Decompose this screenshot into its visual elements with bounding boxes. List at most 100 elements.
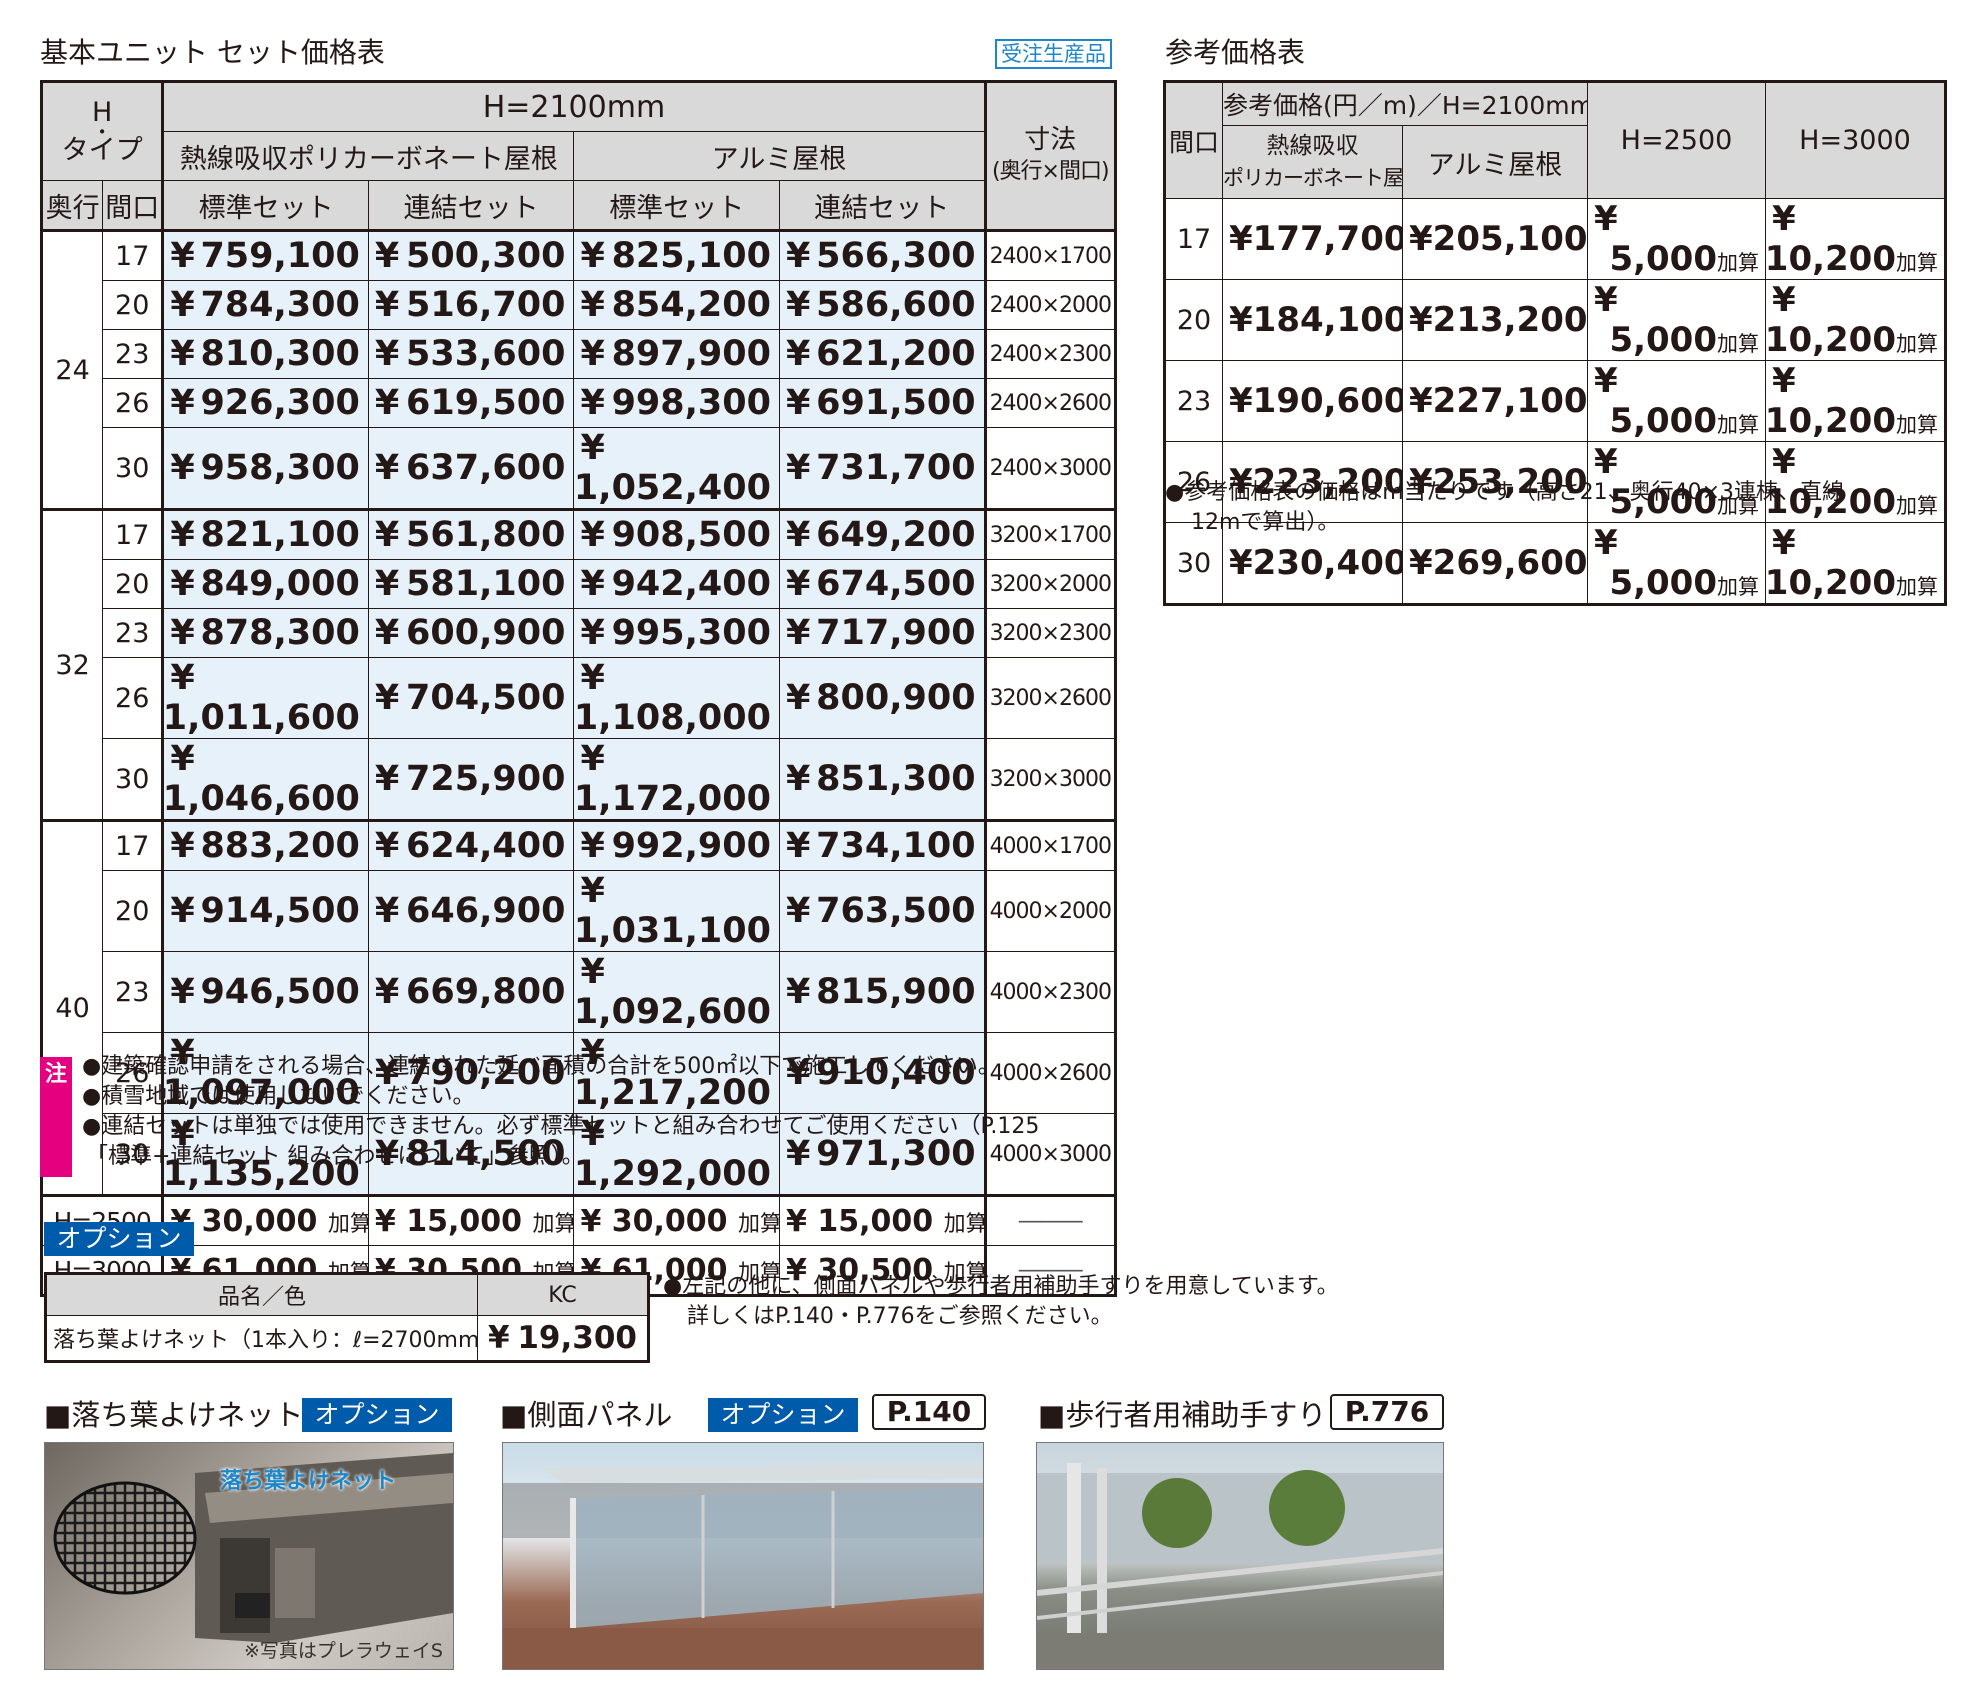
handrail-photo (1036, 1442, 1444, 1670)
price-cell: ¥561,800 (367, 508, 575, 560)
width-cell: 23 (102, 329, 164, 379)
price-cell: ¥1,172,000 (573, 738, 780, 821)
dimension-cell: 3200×3000 (983, 738, 1117, 821)
ref-width-header: 間口 (1164, 81, 1223, 199)
price-row: 30 ¥1,046,600 ¥725,900 ¥1,172,000 ¥851,300 32… (42, 738, 1117, 821)
price-cell: ¥1,108,000 (573, 657, 780, 739)
price-row: 23 ¥878,300 ¥600,900 ¥995,300 ¥717,900 3200×2… (42, 608, 1117, 658)
height-header: H=2100mm (161, 81, 986, 132)
width-cell: 20 (102, 280, 164, 330)
width-cell: 26 (102, 378, 164, 428)
price-cell: ¥533,600 (367, 329, 575, 379)
addon-price-cell: ¥ 30,000 加算 (573, 1194, 780, 1246)
price-cell: ¥691,500 (779, 378, 986, 428)
height-addon-row: H=2500 ¥ 30,000 加算 ¥ 15,000 加算 ¥ 30,000 加算 ¥… (40, 1194, 1117, 1246)
depth-header: 奥行 (40, 180, 104, 231)
price-row: 32 17 ¥821,100 ¥561,800 ¥908,500 ¥649,200 3200… (40, 508, 1117, 821)
option-kc-header: KC (477, 1273, 649, 1316)
price-cell: ¥763,500 (779, 870, 986, 952)
price-cell: ¥624,400 (367, 819, 575, 871)
depth-cell: 24 (40, 229, 104, 510)
width-cell: 20 (102, 559, 164, 609)
price-cell: ¥942,400 (573, 559, 780, 609)
width-cell: 26 (102, 657, 164, 739)
width-cell: 17 (102, 508, 164, 560)
dimension-cell: 2400×1700 (983, 229, 1117, 281)
price-cell: ¥998,300 (573, 378, 780, 428)
dimension-cell: 3200×2300 (983, 608, 1117, 658)
price-cell: ¥878,300 (161, 608, 369, 658)
poly-link-set-header: 連結セット (367, 180, 575, 231)
photo-title-handrail: ■歩行者用補助手すり (1038, 1398, 1327, 1432)
poly-std-set-header: 標準セット (161, 180, 369, 231)
ref-width-cell: 23 (1164, 360, 1223, 442)
price-cell: ¥854,200 (573, 280, 780, 330)
ref-price-cell: ¥10,200加算 (1765, 198, 1946, 280)
width-cell: 17 (102, 229, 164, 281)
price-cell: ¥825,100 (573, 229, 780, 281)
dimension-header: 寸法 (奥行×間口) (983, 81, 1117, 231)
width-cell: 17 (102, 819, 164, 871)
dimension-cell: 4000×1700 (983, 819, 1117, 871)
price-cell: ¥669,800 (367, 951, 575, 1033)
price-row: 20 ¥849,000 ¥581,100 ¥942,400 ¥674,500 3200×2… (42, 559, 1117, 609)
main-title: 基本ユニット セット価格表 (40, 36, 385, 69)
price-row: 26 ¥926,300 ¥619,500 ¥998,300 ¥691,500 2400×2… (42, 378, 1117, 428)
price-cell: ¥600,900 (367, 608, 575, 658)
ref-price-cell: ¥5,000加算 (1587, 198, 1766, 280)
price-cell: ¥815,900 (779, 951, 986, 1033)
price-cell: ¥704,500 (367, 657, 575, 739)
option-name-header: 品名／色 (45, 1273, 478, 1316)
price-row: 20 ¥784,300 ¥516,700 ¥854,200 ¥586,600 2400×2… (42, 280, 1117, 330)
price-cell: ¥1,052,400 (573, 427, 780, 510)
price-cell: ¥897,900 (573, 329, 780, 379)
ref-price-cell: ¥10,200加算 (1765, 279, 1946, 361)
photo-option-badge: オプション (302, 1398, 452, 1432)
ref-h2500-header: H=2500 (1587, 81, 1766, 199)
price-cell: ¥646,900 (367, 870, 575, 952)
option-badge: オプション (44, 1222, 194, 1256)
leaf-net-caption: ※写真はプレラウェイS (244, 1640, 443, 1662)
price-cell: ¥926,300 (161, 378, 369, 428)
ref-price-cell: ¥184,100 (1222, 279, 1403, 361)
price-row: 23 ¥810,300 ¥533,600 ¥897,900 ¥621,200 2400×2… (42, 329, 1117, 379)
ref-price-cell: ¥227,100 (1402, 360, 1588, 442)
addon-price-cell: ¥ 15,000 加算 (779, 1194, 986, 1246)
dimension-cell: 2400×2000 (983, 280, 1117, 330)
made-to-order-badge: 受注生産品 (995, 39, 1112, 69)
dimension-cell: 4000×2300 (983, 951, 1117, 1033)
price-row: 23 ¥946,500 ¥669,800 ¥1,092,600 ¥815,900 4000… (42, 951, 1117, 1033)
side-panel-photo (502, 1442, 984, 1670)
option-item-price: ¥19,300 (477, 1315, 649, 1362)
dimension-cell: 2400×2300 (983, 329, 1117, 379)
alu-std-set-header: 標準セット (573, 180, 780, 231)
price-cell: ¥908,500 (573, 508, 780, 560)
price-cell: ¥800,900 (779, 657, 986, 739)
note-item: ●積雪地域では使用しないでください。 (82, 1084, 475, 1109)
width-cell: 30 (102, 427, 164, 510)
note-item: ●連結セットは単独では使用できません。必ず標準セットと組み合わせてご使用ください… (82, 1114, 1040, 1139)
price-row: 40 17 ¥883,200 ¥624,400 ¥992,900 ¥734,100 4000… (40, 819, 1117, 1196)
price-cell: ¥516,700 (367, 280, 575, 330)
price-cell: ¥1,046,600 (161, 738, 369, 821)
ref-poly-header: 熱線吸収 ポリカーボネート屋根 (1222, 125, 1403, 199)
ref-width-cell: 20 (1164, 279, 1223, 361)
price-cell: ¥821,100 (161, 508, 369, 560)
price-cell: ¥759,100 (161, 229, 369, 281)
price-row: 26 ¥1,011,600 ¥704,500 ¥1,108,000 ¥800,900 32… (42, 657, 1117, 739)
ref-title: 参考価格表 (1165, 36, 1306, 69)
ref-price-cell: ¥10,200加算 (1765, 360, 1946, 442)
ref-price-row: 20 ¥184,100 ¥213,200 ¥5,000加算 ¥10,200加算 (1164, 279, 1946, 361)
option-table: 品名／色 KC 落ち葉よけネット（1本入り：ℓ=2700mm） ¥19,300 (44, 1272, 650, 1363)
caution-notes: ●建築確認申請をされる場合、連結された延べ面積の合計を500㎡以下で施工してくだ… (82, 1052, 1039, 1172)
price-cell: ¥946,500 (161, 951, 369, 1033)
width-cell: 30 (102, 738, 164, 821)
roof-poly-header: 熱線吸収ポリカーボネート屋根 (161, 131, 575, 181)
price-row: 20 ¥914,500 ¥646,900 ¥1,031,100 ¥763,500 4000… (42, 870, 1117, 952)
option-item-name: 落ち葉よけネット（1本入り：ℓ=2700mm） (45, 1315, 478, 1362)
ref-price-cell: ¥5,000加算 (1587, 279, 1766, 361)
price-cell: ¥1,011,600 (161, 657, 369, 739)
price-cell: ¥586,600 (779, 280, 986, 330)
ref-price-cell: ¥213,200 (1402, 279, 1588, 361)
price-cell: ¥500,300 (367, 229, 575, 281)
